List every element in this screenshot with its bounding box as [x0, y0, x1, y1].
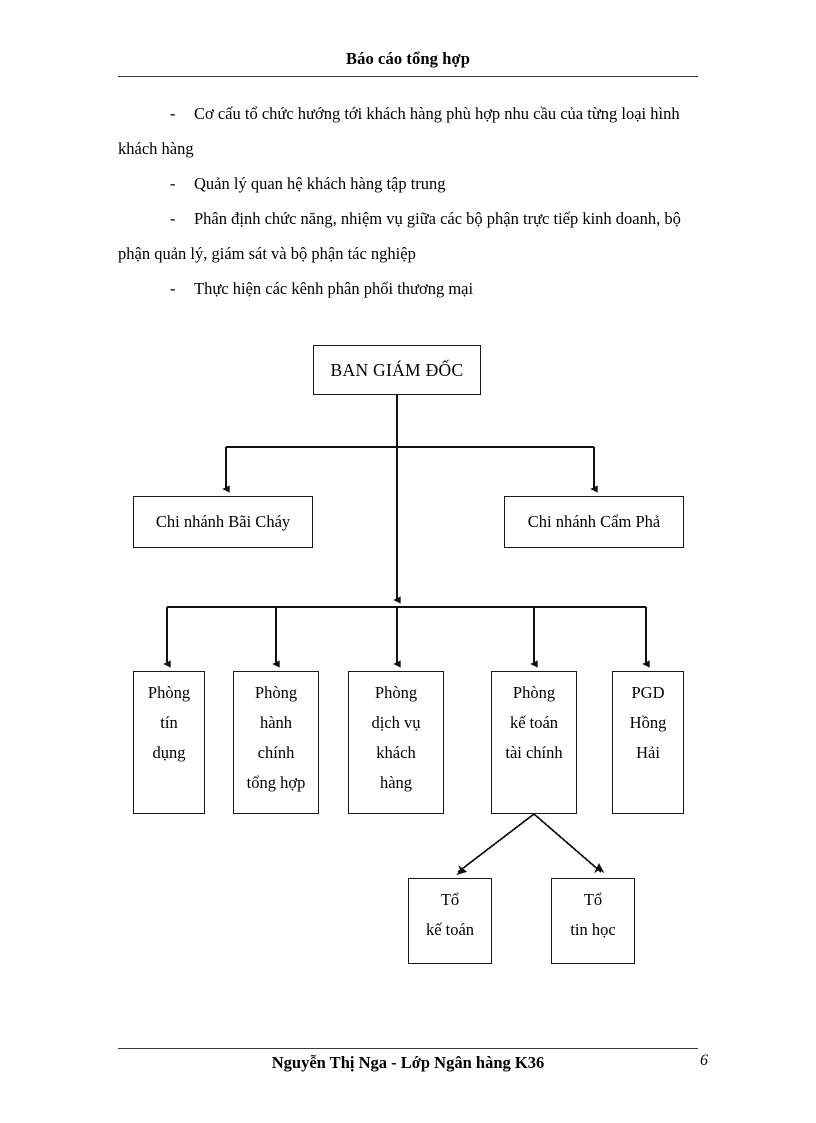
paragraph-bullet-1: - Cơ cấu tổ chức hướng tới khách hàng phù…: [118, 96, 748, 131]
org-node-label-line: dụng: [152, 743, 186, 762]
org-node-ban-giam-doc: BAN GIÁM ĐỐC: [313, 345, 481, 395]
paragraph-text: Phân định chức năng, nhiệm vụ giữa các b…: [194, 209, 681, 228]
org-node-phong-dich-vu-khach-hang: Phòng dịch vụ khách hàng: [348, 671, 444, 814]
org-node-label-line: tin học: [570, 920, 616, 939]
bullet-dash: -: [170, 209, 176, 228]
org-node-label-line: Hải: [636, 743, 660, 762]
org-node-label-line: dịch vụ: [371, 713, 421, 732]
footer-divider: [118, 1048, 698, 1049]
org-node-phong-ke-toan-tai-chinh: Phòng kế toán tài chính: [491, 671, 577, 814]
org-node-phong-hanh-chinh-tong-hop: Phòng hành chính tổng hợp: [233, 671, 319, 814]
org-node-label: BAN GIÁM ĐỐC: [330, 360, 464, 380]
org-node-phong-tin-dung: Phòng tín dụng: [133, 671, 205, 814]
connector-team-right: [533, 813, 605, 874]
bullet-dash: -: [170, 174, 176, 193]
org-node-label-line: khách: [376, 743, 416, 762]
org-node-label-line: Phòng: [254, 683, 298, 702]
running-header: Báo cáo tổng hợp: [118, 49, 698, 69]
org-node-label-line: Phòng: [374, 683, 418, 702]
org-node-label-line: tín: [160, 713, 178, 732]
paragraph-text: phận quản lý, giám sát và bộ phận tác ng…: [118, 244, 416, 263]
paragraph-bullet-4: - Thực hiện các kênh phân phối thương mại: [118, 271, 748, 306]
org-node-label-line: hành: [259, 713, 293, 732]
paragraph-text: Thực hiện các kênh phân phối thương mại: [194, 279, 474, 298]
bullet-dash: -: [170, 104, 176, 123]
org-node-label-line: Phòng: [512, 683, 556, 702]
document-page: Báo cáo tổng hợp - Cơ cấu tổ chức hướng t…: [0, 0, 816, 1123]
org-node-pgd-hong-hai: PGD Hồng Hải: [612, 671, 684, 814]
paragraph-text: khách hàng: [118, 139, 194, 158]
body-text: - Cơ cấu tổ chức hướng tới khách hàng phù…: [118, 96, 748, 306]
paragraph-continuation-1: khách hàng: [118, 131, 748, 166]
org-node-label-line: kế toán: [509, 713, 559, 732]
footer-author: Nguyễn Thị Nga - Lớp Ngân hàng K36: [271, 1053, 545, 1072]
org-node-label-line: PGD: [631, 683, 665, 702]
org-node-to-tin-hoc: Tổ tin học: [551, 878, 635, 964]
paragraph-continuation-3: phận quản lý, giám sát và bộ phận tác ng…: [118, 236, 748, 271]
paragraph-text: Quản lý quan hệ khách hàng tập trung: [194, 174, 446, 193]
org-node-label-line: tổng hợp: [246, 773, 306, 792]
paragraph-text: Cơ cấu tổ chức hướng tới khách hàng phù …: [194, 104, 680, 123]
org-node-label-line: chính: [257, 743, 295, 762]
connector-team-left: [456, 813, 535, 876]
org-node-chi-nhanh-cam-pha: Chi nhánh Cẩm Phả: [504, 496, 684, 548]
org-node-label-line: Phòng: [147, 683, 191, 702]
paragraph-bullet-3: - Phân định chức năng, nhiệm vụ giữa các …: [118, 201, 748, 236]
org-node-label-line: hàng: [379, 773, 413, 792]
header-title: Báo cáo tổng hợp: [346, 49, 470, 68]
org-node-label-line: Hồng: [629, 713, 667, 732]
running-footer: Nguyễn Thị Nga - Lớp Ngân hàng K36: [118, 1053, 698, 1073]
org-node-to-ke-toan: Tổ kế toán: [408, 878, 492, 964]
header-divider: [118, 76, 698, 77]
org-node-label: Chi nhánh Cẩm Phả: [527, 512, 661, 531]
org-node-label-line: tài chính: [505, 743, 563, 762]
org-node-label-line: kế toán: [425, 920, 475, 939]
bullet-dash: -: [170, 279, 176, 298]
page-number: 6: [700, 1052, 708, 1069]
org-node-chi-nhanh-bai-chay: Chi nhánh Bãi Cháy: [133, 496, 313, 548]
paragraph-bullet-2: - Quản lý quan hệ khách hàng tập trung: [118, 166, 748, 201]
org-node-label-line: Tổ: [440, 890, 460, 909]
org-node-label-line: Tổ: [583, 890, 603, 909]
org-node-label: Chi nhánh Bãi Cháy: [155, 512, 291, 531]
